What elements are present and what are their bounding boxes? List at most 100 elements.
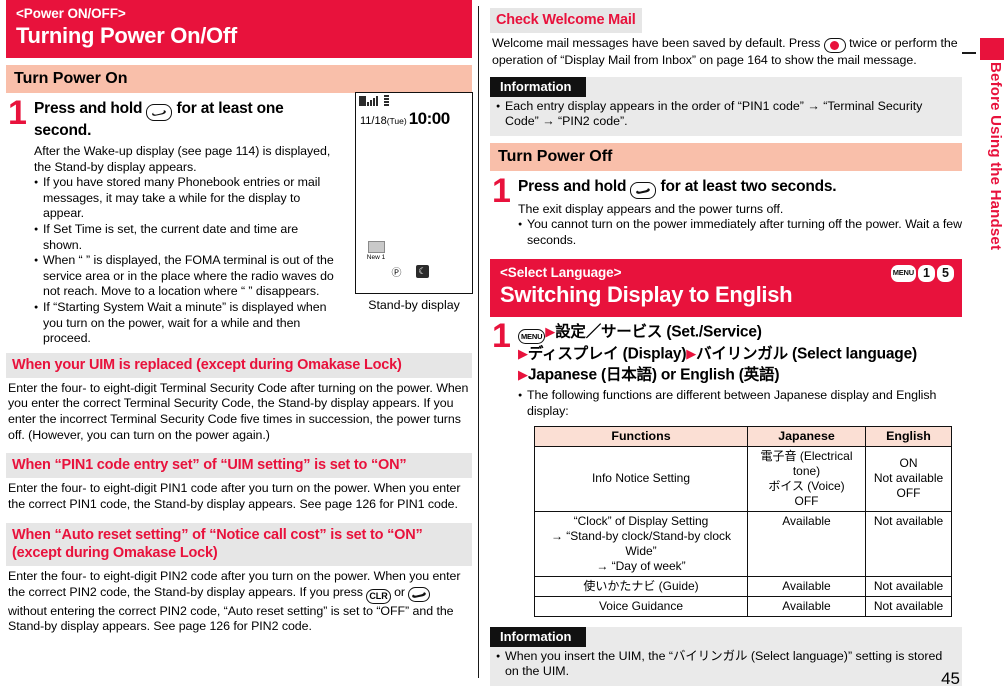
auto-reset-body-part-1: Enter the four- to eight-digit PIN2 code… xyxy=(8,569,460,599)
cell-japanese: Available xyxy=(748,511,866,576)
step-lead: MENU ▶設定／サービス (Set./Service) ▶ディスプレイ (Dis… xyxy=(518,322,962,386)
auto-reset-body-part-2: or xyxy=(394,585,405,599)
banner-kicker: <Select Language> xyxy=(500,264,952,281)
digit-key-5-icon: 5 xyxy=(937,265,954,282)
new-mail-indicator: New 1 xyxy=(365,241,387,261)
list-item: You cannot turn on the power immediately… xyxy=(518,217,962,248)
arrow-right-icon: ▶ xyxy=(518,367,528,382)
phone-screen: 11/18 (Tue) 10:00 New 1 ⑘ Ⓟ ☾ xyxy=(355,92,473,294)
step-number: 1 xyxy=(492,175,511,207)
list-item: If “Starting System Wait a minute” is di… xyxy=(34,300,334,347)
step-lead-before: Press and hold xyxy=(518,178,626,195)
help-icon: ⑘ xyxy=(364,265,377,278)
power-end-key-icon xyxy=(630,182,656,199)
step-lead-line-2: ▶ディスプレイ (Display)▶バイリンガル (Select languag… xyxy=(518,344,962,365)
power-end-key-icon xyxy=(408,587,430,602)
step-lead: Press and hold for at least two seconds. xyxy=(518,177,962,199)
step-turn-power-off: 1 Press and hold for at least two second… xyxy=(490,177,962,249)
menu-key-icon: MENU xyxy=(518,329,545,344)
step-number: 1 xyxy=(8,97,27,129)
figure-caption: Stand-by display xyxy=(355,298,473,312)
menu-key-icon: MENU xyxy=(891,265,916,282)
list-item: The following functions are different be… xyxy=(518,388,962,419)
chapter-banner-select-language: <Select Language> Switching Display to E… xyxy=(490,259,962,317)
uim-replaced-body: Enter the four- to eight-digit Terminal … xyxy=(6,378,472,443)
subheading-pin1-entry-set: When “PIN1 code entry set” of “UIM setti… xyxy=(6,453,472,478)
list-item: If you have stored many Phonebook entrie… xyxy=(34,175,334,222)
step-lead-line-3: ▶Japanese (日本語) or English (英語) xyxy=(518,365,962,386)
welcome-body-part-1: Welcome mail messages have been saved by… xyxy=(492,36,820,50)
information-bullet-list: When you insert the UIM, the “バイリンガル (Se… xyxy=(496,649,954,680)
banner-title: Switching Display to English xyxy=(500,282,952,308)
side-tab-rule xyxy=(962,52,976,54)
menu-path-display: ディスプレイ (Display) xyxy=(528,346,686,363)
arrow-right-icon: ▶ xyxy=(545,324,555,339)
menu-path-set-service: 設定／サービス (Set./Service) xyxy=(555,323,762,340)
step-lead-after: for at least two seconds. xyxy=(661,178,837,195)
table-row: 使いかたナビ (Guide) Available Not available xyxy=(535,576,952,596)
step-body: The following functions are different be… xyxy=(518,388,962,419)
information-bullet-list: Each entry display appears in the order … xyxy=(496,99,954,130)
envelope-icon xyxy=(368,241,385,253)
menu-path-japanese-or-english: Japanese (日本語) or English (英語) xyxy=(528,366,780,383)
subheading-check-welcome-mail: Check Welcome Mail xyxy=(490,8,642,33)
auto-reset-body: Enter the four- to eight-digit PIN2 code… xyxy=(6,566,472,635)
auto-reset-body-part-3: without entering the correct PIN2 code, … xyxy=(8,604,454,634)
menu-key-sequence: MENU 1 5 xyxy=(891,265,954,282)
information-box-entry-order: Information Each entry display appears i… xyxy=(490,77,962,136)
moon-icon: ☾ xyxy=(416,265,429,278)
information-body: Each entry display appears in the order … xyxy=(490,97,962,130)
list-item: If Set Time is set, the current date and… xyxy=(34,222,334,253)
phone-date: 11/18 xyxy=(360,115,387,127)
information-tag: Information xyxy=(490,627,586,647)
cell-functions: 使いかたナビ (Guide) xyxy=(535,576,748,596)
center-select-key-icon xyxy=(824,38,846,53)
new-mail-count-label: New 1 xyxy=(365,254,387,261)
list-item: Each entry display appears in the order … xyxy=(496,99,954,130)
step-intro: The exit display appears and the power t… xyxy=(518,202,962,218)
list-item: When “ ” is displayed, the FOMA terminal… xyxy=(34,253,334,300)
welcome-mail-body: Welcome mail messages have been saved by… xyxy=(490,33,962,69)
step-intro: After the Wake-up display (see page 114)… xyxy=(34,144,334,175)
signal-strength-icon xyxy=(359,95,378,106)
phone-day-of-week: (Tue) xyxy=(387,116,407,126)
step-bullet-list: The following functions are different be… xyxy=(518,388,962,419)
step-body: The exit display appears and the power t… xyxy=(518,202,962,249)
standby-display-figure: 11/18 (Tue) 10:00 New 1 ⑘ Ⓟ ☾ Stand-by d… xyxy=(355,92,473,312)
step-bullet-list: If you have stored many Phonebook entrie… xyxy=(34,175,334,347)
table-row: Voice Guidance Available Not available xyxy=(535,596,952,616)
phone-datetime: 11/18 (Tue) 10:00 xyxy=(360,109,469,129)
phone-status-bar xyxy=(359,95,389,106)
digit-key-1-icon: 1 xyxy=(918,265,935,282)
column-header-japanese: Japanese xyxy=(748,426,866,446)
table-row: “Clock” of Display Setting → “Stand-by c… xyxy=(535,511,952,576)
subheading-uim-replaced: When your UIM is replaced (except during… xyxy=(6,353,472,378)
information-tag: Information xyxy=(490,77,586,97)
cell-japanese: 電子音 (Electrical tone) ボイス (Voice) OFF xyxy=(748,446,866,511)
cell-english: Not available xyxy=(866,596,952,616)
step-number: 1 xyxy=(492,320,511,352)
arrow-right-icon: ▶ xyxy=(686,346,696,361)
step-body: After the Wake-up display (see page 114)… xyxy=(34,144,334,347)
step-lead: Press and hold for at least one second. xyxy=(34,99,334,141)
chapter-banner-power-onoff: <Power ON/OFF> Turning Power On/Off xyxy=(6,0,472,58)
bluetooth-icon: Ⓟ xyxy=(390,265,403,278)
step-select-language: 1 MENU ▶設定／サービス (Set./Service) ▶ディスプレイ (D… xyxy=(490,322,962,420)
page-number: 45 xyxy=(941,669,960,689)
column-header-functions: Functions xyxy=(535,426,748,446)
cell-japanese: Available xyxy=(748,576,866,596)
section-heading-turn-power-on: Turn Power On xyxy=(6,65,472,93)
information-box-uim-language: Information When you insert the UIM, the… xyxy=(490,627,962,686)
subheading-line-2: (except during Omakase Lock) xyxy=(12,544,466,562)
subheading-auto-reset-setting: When “Auto reset setting” of “Notice cal… xyxy=(6,523,472,566)
chapter-side-tab: Before Using the Handset xyxy=(962,0,1004,697)
cell-functions: “Clock” of Display Setting → “Stand-by c… xyxy=(535,511,748,576)
cell-functions: Info Notice Setting xyxy=(535,446,748,511)
step-lead-line-1: MENU ▶設定／サービス (Set./Service) xyxy=(518,322,962,345)
cell-english: Not available xyxy=(866,511,952,576)
step-lead-before: Press and hold xyxy=(34,100,142,117)
battery-icon xyxy=(384,95,389,106)
arrow-right-icon: ▶ xyxy=(518,346,528,361)
left-column: <Power ON/OFF> Turning Power On/Off Turn… xyxy=(6,0,472,635)
pin1-entry-body: Enter the four- to eight-digit PIN1 code… xyxy=(6,478,472,512)
